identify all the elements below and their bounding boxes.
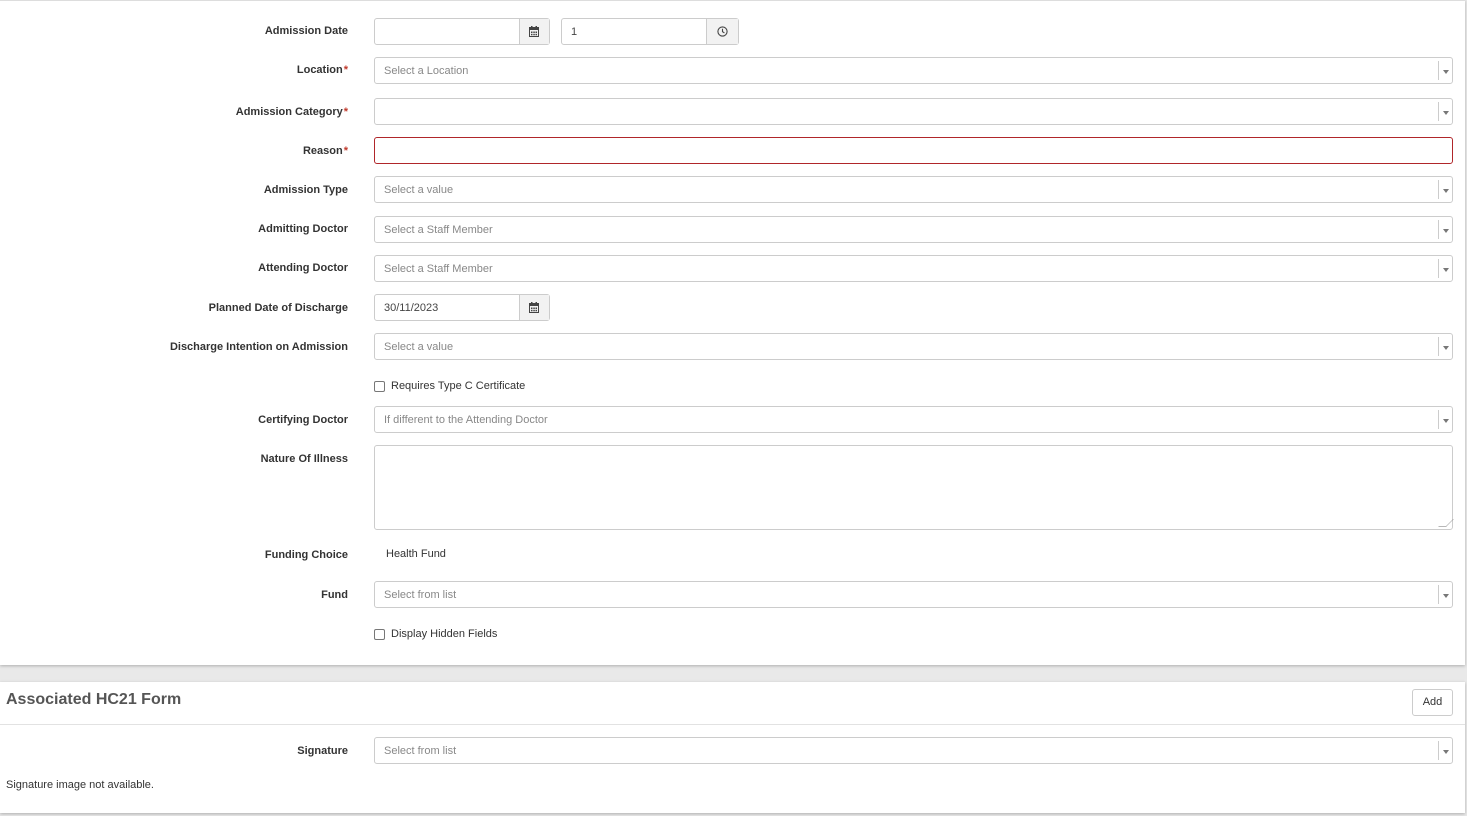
admission-type-placeholder: Select a value bbox=[384, 184, 454, 196]
reason-input[interactable] bbox=[374, 137, 1453, 164]
fund-label: Fund bbox=[321, 589, 348, 601]
attending-doctor-placeholder: Select a Staff Member bbox=[384, 263, 493, 275]
certifying-doctor-placeholder: If different to the Attending Doctor bbox=[384, 414, 548, 426]
nature-of-illness-label: Nature Of Illness bbox=[260, 453, 348, 465]
certifying-doctor-label: Certifying Doctor bbox=[258, 414, 348, 426]
required-asterisk: * bbox=[343, 145, 348, 157]
hc21-section-title: Associated HC21 Form bbox=[6, 691, 182, 708]
discharge-intention-select[interactable]: Select a value bbox=[374, 333, 1453, 360]
planned-discharge-value: 30/11/2023 bbox=[384, 302, 439, 314]
caret-down-icon[interactable] bbox=[1438, 61, 1452, 80]
signature-label: Signature bbox=[297, 745, 348, 757]
section-divider bbox=[0, 724, 1465, 725]
caret-down-icon[interactable] bbox=[1438, 410, 1452, 429]
signature-note: Signature image not available. bbox=[6, 779, 154, 791]
checkbox-box[interactable] bbox=[374, 628, 385, 640]
display-hidden-fields-label: Display Hidden Fields bbox=[391, 628, 498, 640]
planned-discharge-input[interactable]: 30/11/2023 bbox=[374, 294, 550, 321]
location-label-text: Location bbox=[296, 64, 343, 76]
admission-type-label: Admission Type bbox=[263, 184, 348, 196]
admission-category-label: Admission Category* bbox=[236, 105, 348, 119]
caret-down-icon[interactable] bbox=[1438, 180, 1452, 199]
resize-handle-icon[interactable] bbox=[1438, 519, 1454, 527]
required-asterisk: * bbox=[343, 64, 348, 76]
discharge-intention-placeholder: Select a value bbox=[384, 341, 454, 353]
clock-icon bbox=[717, 26, 728, 37]
signature-select[interactable]: Select from list bbox=[374, 737, 1453, 764]
admission-time-picker-button[interactable] bbox=[706, 19, 738, 44]
caret-down-icon[interactable] bbox=[1438, 337, 1452, 356]
reason-label-text: Reason bbox=[302, 145, 343, 157]
admitting-doctor-placeholder: Select a Staff Member bbox=[384, 224, 493, 236]
admission-date-input[interactable] bbox=[374, 18, 550, 45]
admission-time-input[interactable]: 1 bbox=[561, 18, 739, 45]
attending-doctor-select[interactable]: Select a Staff Member bbox=[374, 255, 1453, 282]
location-placeholder: Select a Location bbox=[384, 65, 469, 77]
location-label: Location* bbox=[297, 63, 348, 77]
hc21-form-panel: Associated HC21 Form Add Signature Selec… bbox=[0, 682, 1465, 813]
attending-doctor-label: Attending Doctor bbox=[258, 262, 348, 274]
requires-type-c-checkbox[interactable]: Requires Type C Certificate bbox=[374, 380, 525, 392]
admission-category-label-text: Admission Category bbox=[235, 106, 343, 118]
fund-placeholder: Select from list bbox=[384, 589, 457, 601]
add-hc21-button[interactable]: Add bbox=[1412, 689, 1453, 716]
calendar-icon bbox=[529, 26, 539, 37]
nature-of-illness-textarea[interactable] bbox=[374, 445, 1454, 530]
caret-down-icon[interactable] bbox=[1438, 585, 1452, 604]
reason-label: Reason* bbox=[303, 144, 348, 158]
required-asterisk: * bbox=[343, 106, 348, 118]
discharge-intention-label: Discharge Intention on Admission bbox=[169, 341, 348, 353]
admission-date-picker-button[interactable] bbox=[519, 19, 549, 44]
funding-choice-label: Funding Choice bbox=[264, 549, 348, 561]
planned-discharge-picker-button[interactable] bbox=[519, 295, 549, 320]
admission-form-panel: Admission Date 1 Location* Select a Loca… bbox=[0, 0, 1465, 665]
requires-type-c-label: Requires Type C Certificate bbox=[391, 380, 526, 392]
admission-date-label: Admission Date bbox=[264, 25, 348, 37]
checkbox-box[interactable] bbox=[374, 380, 385, 392]
signature-placeholder: Select from list bbox=[384, 745, 457, 757]
location-select[interactable]: Select a Location bbox=[374, 57, 1453, 84]
admission-type-select[interactable]: Select a value bbox=[374, 176, 1453, 203]
fund-select[interactable]: Select from list bbox=[374, 581, 1453, 608]
caret-down-icon[interactable] bbox=[1438, 259, 1452, 278]
display-hidden-fields-checkbox[interactable]: Display Hidden Fields bbox=[374, 628, 497, 640]
planned-discharge-label: Planned Date of Discharge bbox=[208, 302, 348, 314]
admitting-doctor-select[interactable]: Select a Staff Member bbox=[374, 216, 1453, 243]
caret-down-icon[interactable] bbox=[1438, 220, 1452, 239]
certifying-doctor-select[interactable]: If different to the Attending Doctor bbox=[374, 406, 1453, 433]
admission-category-select[interactable] bbox=[374, 98, 1453, 125]
caret-down-icon[interactable] bbox=[1438, 102, 1452, 121]
caret-down-icon[interactable] bbox=[1438, 741, 1452, 760]
admission-time-value: 1 bbox=[571, 26, 578, 38]
funding-choice-value: Health Fund bbox=[386, 548, 446, 560]
calendar-icon bbox=[529, 302, 539, 313]
admitting-doctor-label: Admitting Doctor bbox=[258, 223, 348, 235]
